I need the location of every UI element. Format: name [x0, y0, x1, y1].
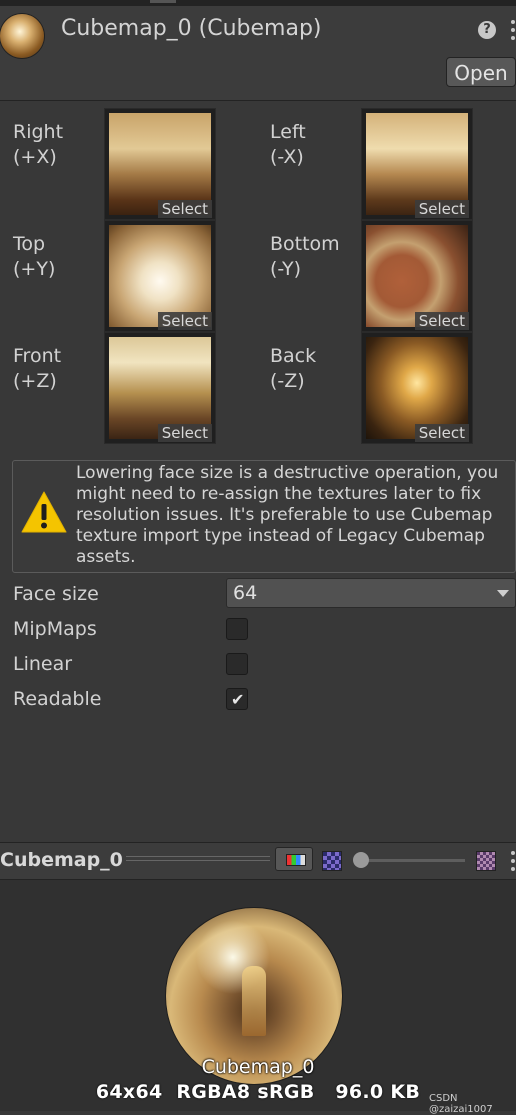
- face-slot-right[interactable]: Select: [104, 108, 216, 220]
- face-axis: (-X): [270, 146, 304, 168]
- face-axis: (+Z): [13, 370, 57, 392]
- face-label-right: Right (+X): [13, 120, 63, 170]
- readable-label: Readable: [13, 688, 102, 710]
- face-name: Bottom: [270, 233, 340, 255]
- face-name: Left: [270, 121, 306, 143]
- mipmaps-label: MipMaps: [13, 618, 97, 640]
- select-button[interactable]: Select: [157, 424, 212, 442]
- asset-title: Cubemap_0 (Cubemap): [61, 16, 322, 41]
- select-button[interactable]: Select: [414, 312, 469, 330]
- face-slot-left[interactable]: Select: [361, 108, 473, 220]
- drag-grip[interactable]: [126, 856, 270, 864]
- chevron-down-icon: [497, 590, 509, 597]
- select-button[interactable]: Select: [414, 200, 469, 218]
- checkmark-icon: ✔: [231, 690, 245, 709]
- face-axis: (+X): [13, 146, 57, 168]
- select-button[interactable]: Select: [157, 312, 212, 330]
- face-axis: (+Y): [13, 258, 56, 280]
- face-label-left: Left (-X): [270, 120, 306, 170]
- face-name: Front: [13, 345, 62, 367]
- preview-asset-name: Cubemap_0: [201, 1056, 315, 1078]
- face-size-label: Face size: [13, 583, 99, 605]
- face-axis: (-Z): [270, 370, 305, 392]
- face-label-front: Front (+Z): [13, 344, 61, 394]
- watermark: CSDN @zaizai1007: [429, 1093, 493, 1115]
- cubemap-asset-icon: [0, 14, 44, 58]
- rgb-channel-button[interactable]: [275, 847, 313, 871]
- face-slot-bottom[interactable]: Select: [361, 220, 473, 332]
- face-slot-top[interactable]: Select: [104, 220, 216, 332]
- face-slot-front[interactable]: Select: [104, 332, 216, 444]
- mipmaps-checkbox[interactable]: [226, 618, 248, 640]
- face-size-dropdown[interactable]: 64: [226, 578, 516, 608]
- mip-level-icon[interactable]: [476, 851, 496, 871]
- face-name: Top: [13, 233, 46, 255]
- face-label-top: Top (+Y): [13, 232, 55, 282]
- question-circle-icon[interactable]: ?: [478, 21, 496, 39]
- linear-checkbox[interactable]: [226, 653, 248, 675]
- mip-slider-track[interactable]: [355, 859, 465, 862]
- warning-message: Lowering face size is a destructive oper…: [76, 463, 499, 567]
- select-button[interactable]: Select: [414, 424, 469, 442]
- alpha-channel-icon[interactable]: [322, 851, 342, 871]
- face-label-bottom: Bottom (-Y): [270, 232, 340, 282]
- face-label-back: Back (-Z): [270, 344, 316, 394]
- preview-kebab-icon[interactable]: [511, 851, 516, 871]
- face-name: Back: [270, 345, 317, 367]
- mip-slider-thumb[interactable]: [353, 852, 369, 868]
- warning-triangle-icon: [21, 491, 67, 533]
- select-button[interactable]: Select: [157, 200, 212, 218]
- face-size-value: 64: [233, 582, 258, 604]
- rgb-channel-icon: [286, 854, 306, 866]
- face-axis: (-Y): [270, 258, 302, 280]
- readable-checkbox[interactable]: ✔: [226, 688, 248, 710]
- face-slot-back[interactable]: Select: [361, 332, 473, 444]
- preview-title: Cubemap_0: [0, 849, 123, 871]
- linear-label: Linear: [13, 653, 73, 675]
- tab-indicator: [150, 0, 176, 3]
- face-name: Right: [13, 121, 64, 143]
- open-button[interactable]: Open: [446, 57, 516, 87]
- kebab-menu-icon[interactable]: [510, 20, 516, 40]
